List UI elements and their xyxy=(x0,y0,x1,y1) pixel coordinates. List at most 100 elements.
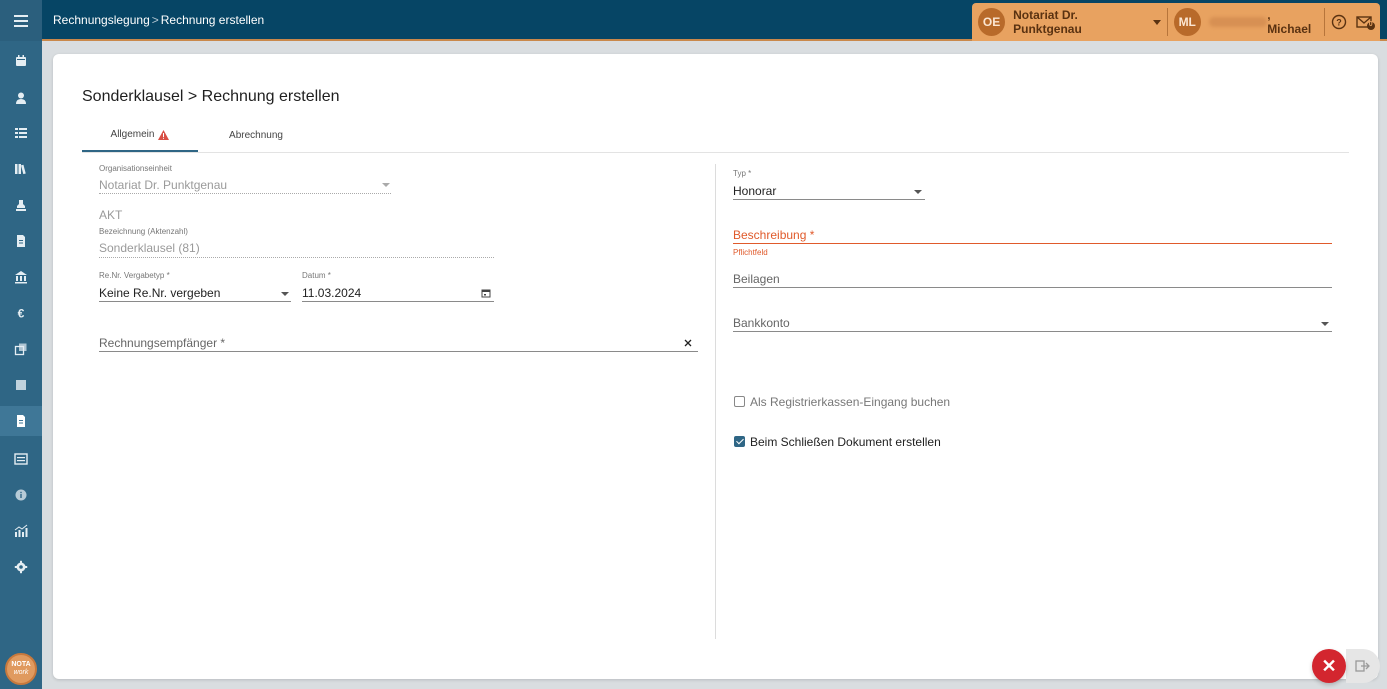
help-button[interactable]: ? xyxy=(1325,3,1352,41)
sidebar-item-persons[interactable] xyxy=(0,83,42,113)
sidebar-item-calendar[interactable] xyxy=(0,46,42,76)
sidebar-item-statistics[interactable] xyxy=(0,516,42,546)
chevron-down-icon xyxy=(382,183,390,187)
page-title: Sonderklausel > Rechnung erstellen xyxy=(82,88,340,105)
calendar-icon[interactable] xyxy=(481,288,491,298)
tab-bar: Allgemein Abrechnung xyxy=(82,119,1349,153)
warning-icon xyxy=(158,129,170,140)
close-button[interactable]: ✕ xyxy=(1312,649,1346,683)
renr-value: Keine Re.Nr. vergeben xyxy=(99,286,221,300)
topbar: Rechnungslegung > Rechnung erstellen OE No… xyxy=(42,0,1387,41)
bezeichnung-value: Sonderklausel (81) xyxy=(99,241,200,255)
typ-label: Typ * xyxy=(733,169,752,178)
user-name: , Michael xyxy=(1267,8,1312,36)
clear-icon[interactable] xyxy=(684,339,692,347)
dokument-checkbox[interactable] xyxy=(734,436,745,447)
info-icon xyxy=(15,489,27,501)
svg-text:€: € xyxy=(18,307,25,321)
app-logo[interactable]: NOTA work xyxy=(5,653,37,685)
bankkonto-placeholder: Bankkonto xyxy=(733,316,790,330)
square-icon xyxy=(16,380,26,390)
sidebar-item-list[interactable] xyxy=(0,118,42,148)
breadcrumb-current: Rechnung erstellen xyxy=(160,13,265,27)
org-field-value: Notariat Dr. Punktgenau xyxy=(99,178,228,192)
dokument-label: Beim Schließen Dokument erstellen xyxy=(750,435,941,449)
registrierkasse-checkbox-row[interactable]: Als Registrierkassen-Eingang buchen xyxy=(733,394,993,410)
messages-button[interactable]: 0 xyxy=(1353,3,1380,41)
logo-text-top: NOTA xyxy=(11,661,31,668)
breadcrumb-root[interactable]: Rechnungslegung xyxy=(53,13,150,27)
tab-allgemein-label: Allgemein xyxy=(110,129,155,140)
gear-icon xyxy=(14,560,28,574)
stamp-icon xyxy=(16,200,26,211)
tab-allgemein[interactable]: Allgemein xyxy=(82,119,198,152)
bezeichnung-underline xyxy=(99,257,494,258)
sidebar-item-finance[interactable]: € xyxy=(0,298,42,328)
logo-text-bottom: work xyxy=(13,669,29,676)
organisation-selector[interactable]: OE Notariat Dr. Punktgenau xyxy=(972,3,1167,41)
exit-icon xyxy=(1355,660,1370,672)
sidebar: € NOTA work xyxy=(0,0,42,689)
user-surname-redacted xyxy=(1208,17,1268,27)
calendar-icon xyxy=(16,55,26,66)
main-card: Sonderklausel > Rechnung erstellen Allge… xyxy=(53,54,1378,679)
exit-button[interactable] xyxy=(1346,649,1380,683)
tab-abrechnung-label: Abrechnung xyxy=(229,130,283,141)
sidebar-item-info[interactable] xyxy=(0,480,42,510)
bankkonto-select[interactable]: Bankkonto xyxy=(733,314,1332,332)
chevron-down-icon xyxy=(1152,19,1161,25)
sidebar-item-ledger[interactable] xyxy=(0,444,42,474)
beschreibung-error: Pflichtfeld xyxy=(733,248,768,257)
beschreibung-field[interactable]: Beschreibung * xyxy=(733,226,1332,244)
org-name: Notariat Dr. Punktgenau xyxy=(1013,8,1082,36)
sidebar-item-bank[interactable] xyxy=(0,262,42,292)
topbar-user-area: OE Notariat Dr. Punktgenau ML , Michael … xyxy=(972,3,1380,41)
org-field[interactable]: Notariat Dr. Punktgenau xyxy=(99,176,391,194)
datum-underline xyxy=(302,301,494,302)
beschreibung-underline xyxy=(733,243,1332,244)
rechnungsempfaenger-placeholder: Rechnungsempfänger * xyxy=(99,336,226,350)
sidebar-item-copies[interactable] xyxy=(0,334,42,364)
chevron-down-icon xyxy=(1321,322,1329,326)
org-field-label: Organisationseinheit xyxy=(99,164,172,173)
sidebar-item-documents[interactable] xyxy=(0,226,42,256)
rechnungsempfaenger-field[interactable]: Rechnungsempfänger * xyxy=(99,334,698,352)
column-divider xyxy=(715,164,716,639)
akt-label: AKT xyxy=(99,208,123,222)
user-avatar: ML xyxy=(1173,8,1201,36)
mail-icon xyxy=(1356,16,1376,30)
datum-field[interactable]: 11.03.2024 xyxy=(302,284,494,302)
user-menu[interactable]: ML , Michael xyxy=(1168,3,1325,41)
beilagen-placeholder: Beilagen xyxy=(733,272,780,286)
dokument-checkbox-row[interactable]: Beim Schließen Dokument erstellen xyxy=(733,434,993,450)
rechnungsempfaenger-underline xyxy=(99,351,698,352)
registrierkasse-label: Als Registrierkassen-Eingang buchen xyxy=(750,395,951,409)
ledger-icon xyxy=(14,453,28,465)
renr-label: Re.Nr. Vergabetyp * xyxy=(99,271,170,280)
help-icon: ? xyxy=(1331,14,1347,30)
sidebar-item-square[interactable] xyxy=(0,370,42,400)
hamburger-icon xyxy=(14,19,28,22)
registrierkasse-checkbox[interactable] xyxy=(734,396,745,407)
sidebar-item-library[interactable] xyxy=(0,154,42,184)
sidebar-item-settings[interactable] xyxy=(0,552,42,582)
typ-select[interactable]: Honorar xyxy=(733,182,925,200)
chart-icon xyxy=(14,524,28,537)
org-field-underline xyxy=(99,193,391,194)
datum-value: 11.03.2024 xyxy=(302,286,362,300)
sidebar-item-stamp[interactable] xyxy=(0,190,42,220)
breadcrumb: Rechnungslegung > Rechnung erstellen xyxy=(53,13,264,27)
list-icon xyxy=(15,128,27,138)
tab-abrechnung[interactable]: Abrechnung xyxy=(198,119,314,152)
renr-select[interactable]: Keine Re.Nr. vergeben xyxy=(99,284,291,302)
books-icon xyxy=(15,164,26,175)
beilagen-field[interactable]: Beilagen xyxy=(733,270,1332,288)
menu-toggle-button[interactable] xyxy=(0,0,42,41)
mail-badge: 0 xyxy=(1368,21,1373,28)
person-icon xyxy=(16,92,26,104)
typ-value: Honorar xyxy=(733,184,777,198)
chevron-down-icon xyxy=(281,292,289,296)
svg-text:?: ? xyxy=(1336,18,1342,28)
sidebar-item-invoices[interactable] xyxy=(0,406,42,436)
bezeichnung-label: Bezeichnung (Aktenzahl) xyxy=(99,227,188,236)
